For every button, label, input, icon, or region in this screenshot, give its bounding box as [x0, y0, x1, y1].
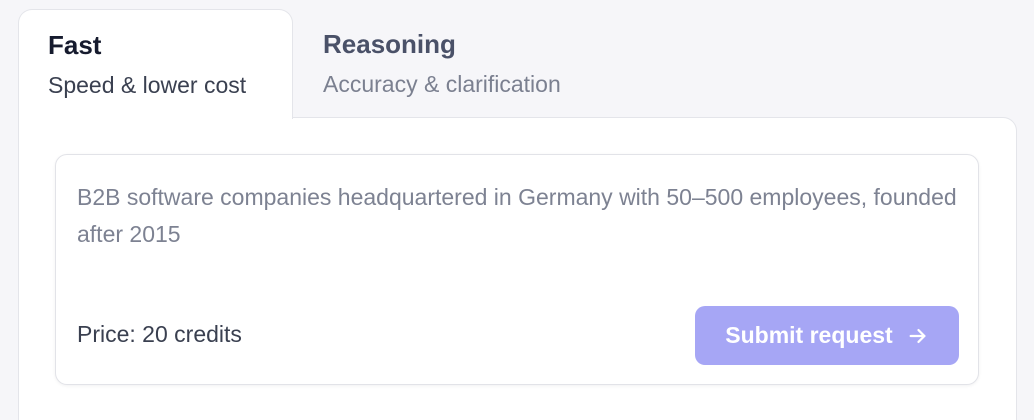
submit-button-label: Submit request: [725, 322, 893, 348]
tab-title: Fast: [48, 30, 102, 60]
query-card: B2B software companies headquartered in …: [55, 154, 979, 385]
tab-fast[interactable]: Fast Speed & lower cost: [18, 9, 293, 119]
tab-title: Reasoning: [323, 29, 456, 59]
arrow-right-icon: [909, 328, 926, 343]
tab-subtitle: Accuracy & clarification: [323, 71, 561, 97]
submit-request-button[interactable]: Submit request: [695, 306, 959, 365]
tab-reasoning[interactable]: Reasoning Accuracy & clarification: [294, 9, 624, 119]
mode-selector: Fast Speed & lower cost Reasoning Accura…: [0, 0, 1034, 420]
tab-subtitle: Speed & lower cost: [48, 72, 247, 98]
price-label: Price: 20 credits: [77, 321, 242, 347]
query-input[interactable]: B2B software companies headquartered in …: [77, 179, 957, 253]
